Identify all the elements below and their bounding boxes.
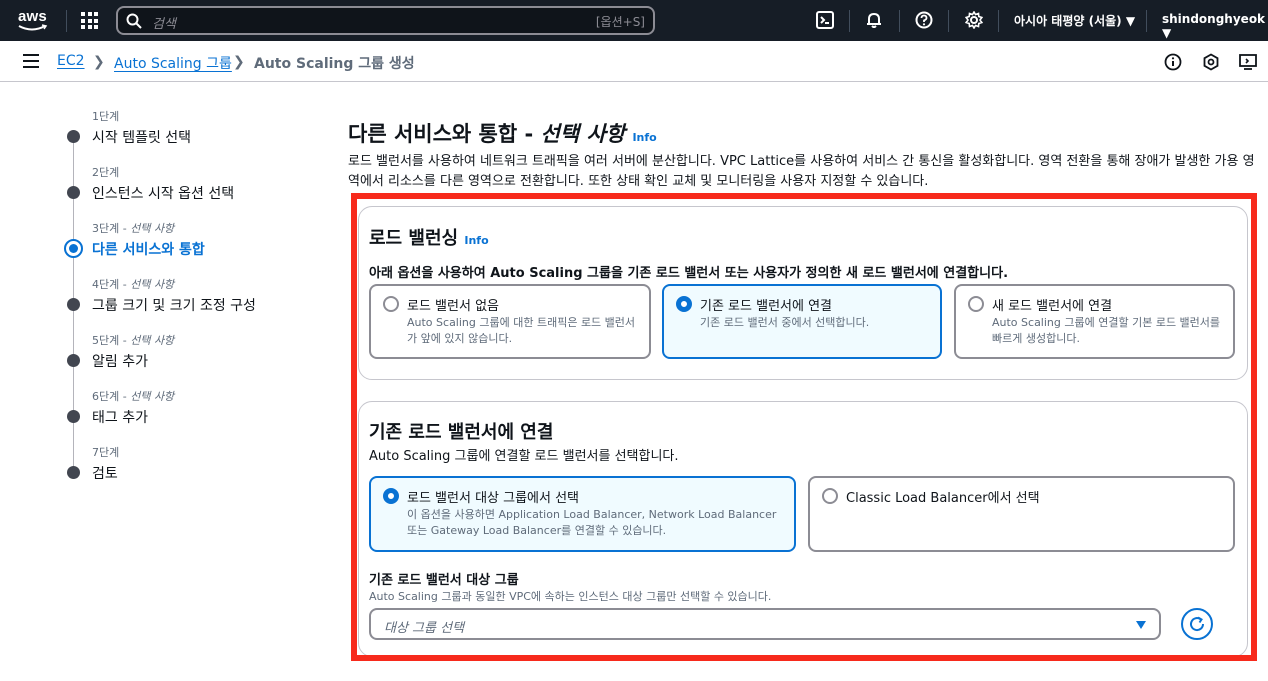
- step-dot-icon: [67, 410, 80, 423]
- nav-divider: [66, 10, 67, 32]
- option-label: 로드 밸런서 대상 그룹에서 선택: [407, 491, 580, 506]
- refresh-icon: [1190, 616, 1205, 632]
- caret-down-icon: ▼: [1125, 14, 1136, 28]
- option-label: 새 로드 밸런서에 연결: [992, 299, 1113, 314]
- option-label: 로드 밸런서 없음: [407, 299, 499, 314]
- notifications-bell-icon[interactable]: [865, 11, 883, 29]
- search-placeholder: 검색: [152, 17, 176, 32]
- feedback-icon[interactable]: [1202, 53, 1220, 71]
- step-name: 그룹 크기 및 크기 조정 구성: [92, 298, 256, 314]
- radio-button[interactable]: [383, 488, 399, 504]
- option-no-load-balancer[interactable]: 로드 밸런서 없음 Auto Scaling 그룹에 대한 트래픽은 로드 밸런…: [369, 284, 651, 359]
- step-number: 7단계: [92, 446, 120, 459]
- menu-hamburger-icon[interactable]: [23, 54, 39, 68]
- radio-button[interactable]: [968, 296, 984, 312]
- option-description: Auto Scaling 그룹에 연결할 기본 로드 밸런서를 빠르게 생성합니…: [992, 316, 1221, 345]
- info-circle-icon[interactable]: [1164, 53, 1182, 71]
- step-number: 4단계 - 선택 사항: [92, 278, 175, 291]
- cloudshell-icon[interactable]: [816, 11, 834, 29]
- option-label: 기존 로드 밸런서에 연결: [700, 299, 832, 314]
- help-icon[interactable]: [915, 11, 933, 29]
- step-number: 2단계: [92, 166, 120, 179]
- target-group-select[interactable]: 대상 그룹 선택: [369, 608, 1161, 640]
- caret-down-icon: ▼: [1162, 26, 1172, 40]
- services-grid-icon[interactable]: [81, 12, 98, 29]
- option-attach-existing-load-balancer[interactable]: 기존 로드 밸런서에 연결 기존 로드 밸런서 중에서 선택합니다.: [662, 284, 942, 359]
- account-menu[interactable]: shindonghyeok ▼: [1162, 12, 1268, 40]
- radio-button[interactable]: [822, 488, 838, 504]
- search-icon: [126, 13, 142, 29]
- radio-button[interactable]: [383, 296, 399, 312]
- nav-divider: [899, 10, 900, 32]
- info-link[interactable]: Info: [464, 234, 488, 247]
- top-navigation: aws 검색 [옵션+S] 아시아 태평양 (서울) ▼ shindonghye…: [0, 0, 1268, 41]
- step-dot-icon: [67, 186, 80, 199]
- refresh-button[interactable]: [1181, 608, 1213, 640]
- step-dot-icon: [67, 298, 80, 311]
- aws-logo[interactable]: aws: [16, 6, 50, 34]
- attach-existing-title: 기존 로드 밸런서에 연결: [369, 422, 554, 443]
- option-label: Classic Load Balancer에서 선택: [846, 491, 1040, 506]
- radio-button[interactable]: [676, 296, 692, 312]
- tutorial-panel-icon[interactable]: [1239, 53, 1257, 71]
- option-attach-new-load-balancer[interactable]: 새 로드 밸런서에 연결 Auto Scaling 그룹에 연결할 기본 로드 …: [954, 284, 1235, 359]
- target-group-label: 기존 로드 밸런서 대상 그룹: [369, 573, 519, 588]
- select-placeholder: 대상 그룹 선택: [384, 621, 465, 636]
- nav-divider: [998, 10, 999, 32]
- attach-existing-description: Auto Scaling 그룹에 연결할 로드 밸런서를 선택합니다.: [369, 449, 679, 464]
- breadcrumb-bar: EC2 ❯ Auto Scaling 그룹 ❯ Auto Scaling 그룹 …: [0, 41, 1268, 82]
- search-shortcut: [옵션+S]: [595, 15, 645, 29]
- chevron-right-icon: ❯: [233, 54, 245, 70]
- caret-down-icon: [1136, 621, 1146, 629]
- step-name: 검토: [92, 466, 118, 482]
- step-name: 시작 템플릿 선택: [92, 130, 192, 146]
- breadcrumb-auto-scaling-groups[interactable]: Auto Scaling 그룹: [114, 53, 232, 73]
- step-name: 다른 서비스와 통합: [92, 242, 205, 258]
- step-number: 3단계 - 선택 사항: [92, 222, 175, 235]
- step-number: 5단계 - 선택 사항: [92, 334, 175, 347]
- option-description: 기존 로드 밸런서 중에서 선택합니다.: [700, 316, 870, 329]
- load-balancing-description: 아래 옵션을 사용하여 Auto Scaling 그룹을 기존 로드 밸런서 또…: [369, 266, 1009, 281]
- step-name: 태그 추가: [92, 410, 148, 426]
- nav-divider: [1146, 10, 1147, 32]
- step-dot-icon: [67, 354, 80, 367]
- nav-divider: [849, 10, 850, 32]
- account-name: shindonghyeok: [1162, 12, 1266, 26]
- region-label: 아시아 태평양 (서울): [1014, 14, 1122, 28]
- search-bar[interactable]: 검색 [옵션+S]: [116, 6, 655, 35]
- option-choose-from-classic-load-balancer[interactable]: Classic Load Balancer에서 선택: [808, 476, 1235, 552]
- step-dot-icon: [67, 466, 80, 479]
- settings-gear-icon[interactable]: [965, 11, 983, 29]
- load-balancing-title: 로드 밸런싱 Info: [369, 228, 489, 249]
- step-name: 인스턴스 시작 옵션 선택: [92, 186, 235, 202]
- chevron-right-icon: ❯: [93, 54, 105, 70]
- option-choose-from-target-groups[interactable]: 로드 밸런서 대상 그룹에서 선택 이 옵션을 사용하면 Application…: [369, 476, 796, 552]
- info-link[interactable]: Info: [632, 131, 656, 144]
- step-name: 알림 추가: [92, 354, 148, 370]
- region-selector[interactable]: 아시아 태평양 (서울) ▼: [1014, 12, 1135, 29]
- page-title: 다른 서비스와 통합 - 선택 사항 Info: [348, 122, 657, 146]
- breadcrumb-ec2[interactable]: EC2: [57, 53, 85, 69]
- nav-divider: [948, 10, 949, 32]
- option-description: 이 옵션을 사용하면 Application Load Balancer, Ne…: [407, 508, 777, 537]
- step-number: 6단계 - 선택 사항: [92, 390, 175, 403]
- page-description: 로드 밸런서를 사용하여 네트워크 트래픽을 여러 서버에 분산합니다. VPC…: [348, 154, 1255, 189]
- breadcrumb-current: Auto Scaling 그룹 생성: [254, 56, 415, 72]
- target-group-description: Auto Scaling 그룹과 동일한 VPC에 속하는 인스턴스 대상 그룹…: [369, 590, 772, 603]
- option-description: Auto Scaling 그룹에 대한 트래픽은 로드 밸런서가 앞에 있지 않…: [407, 316, 636, 345]
- step-dot-icon: [67, 130, 80, 143]
- step-number: 1단계: [92, 110, 120, 123]
- step-dot-active-icon: [64, 239, 83, 258]
- aws-logo-text: aws: [18, 8, 47, 25]
